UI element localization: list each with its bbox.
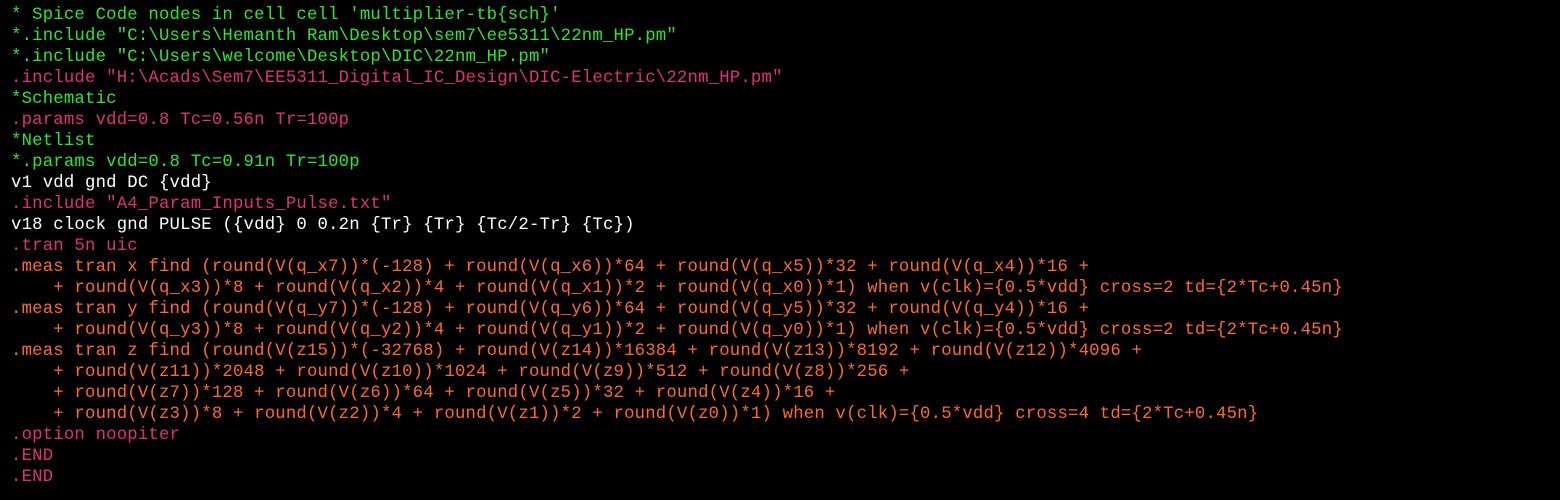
code-line: *Netlist	[11, 132, 96, 151]
code-line: *.include "C:\Users\Hemanth Ram\Desktop\…	[11, 27, 677, 46]
code-line: .END	[11, 447, 54, 466]
code-line: *Schematic	[11, 90, 117, 109]
code-line: .meas tran y find (round(V(q_y7))*(-128)…	[11, 300, 1090, 319]
code-line: + round(V(q_x3))*8 + round(V(q_x2))*4 + …	[11, 279, 1343, 298]
code-line: + round(V(z7))*128 + round(V(z6))*64 + r…	[11, 384, 836, 403]
code-line: + round(V(q_y3))*8 + round(V(q_y2))*4 + …	[11, 321, 1343, 340]
code-text-area[interactable]: * Spice Code nodes in cell cell 'multipl…	[11, 5, 1343, 488]
spice-code-editor[interactable]: * Spice Code nodes in cell cell 'multipl…	[0, 0, 1560, 500]
code-line: .meas tran z find (round(V(z15))*(-32768…	[11, 342, 1143, 361]
code-line: .params vdd=0.8 Tc=0.56n Tr=100p	[11, 111, 350, 130]
code-line: v1 vdd gnd DC {vdd}	[11, 174, 212, 193]
code-line: * Spice Code nodes in cell cell 'multipl…	[11, 6, 561, 25]
code-line: .meas tran x find (round(V(q_x7))*(-128)…	[11, 258, 1090, 277]
code-line: .include "H:\Acads\Sem7\EE5311_Digital_I…	[11, 69, 783, 88]
code-line: + round(V(z3))*8 + round(V(z2))*4 + roun…	[11, 405, 1259, 424]
code-line: v18 clock gnd PULSE ({vdd} 0 0.2n {Tr} {…	[11, 216, 635, 235]
code-line: *.include "C:\Users\welcome\Desktop\DIC\…	[11, 48, 551, 67]
code-line: *.params vdd=0.8 Tc=0.91n Tr=100p	[11, 153, 360, 172]
code-line: .END	[11, 468, 54, 487]
code-line: .option noopiter	[11, 426, 181, 445]
code-line: .include "A4_Param_Inputs_Pulse.txt"	[11, 195, 392, 214]
code-line: .tran 5n uic	[11, 237, 138, 256]
code-line: + round(V(z11))*2048 + round(V(z10))*102…	[11, 363, 910, 382]
